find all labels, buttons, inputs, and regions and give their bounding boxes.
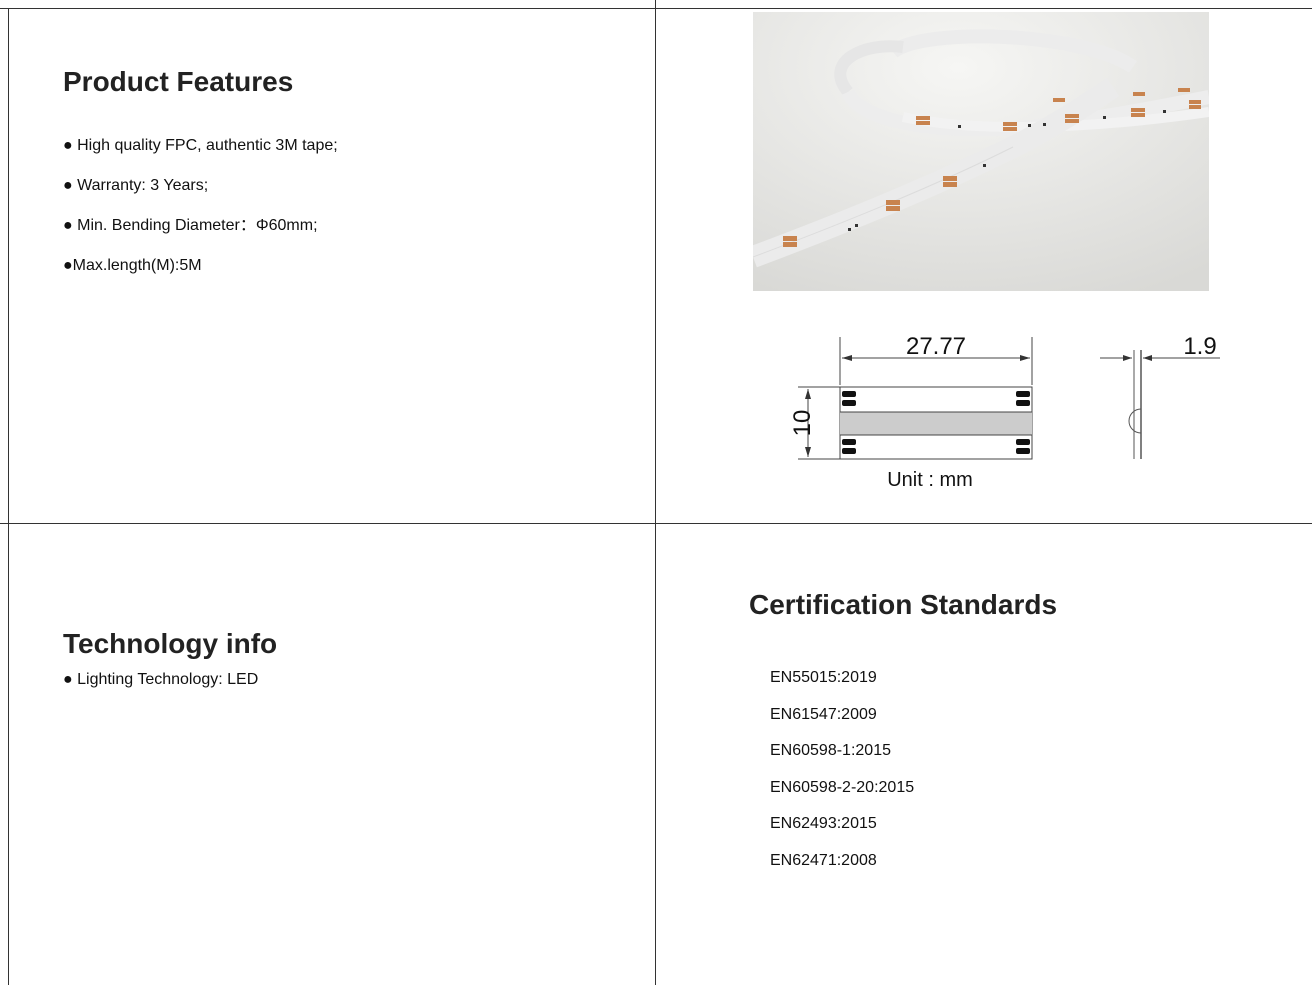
led-strip-photo — [753, 12, 1209, 291]
dimension-drawing: 27.77 10 Unit : mm 1.9 — [789, 333, 1220, 491]
product-features-list: ● High quality FPC, authentic 3M tape; ●… — [63, 136, 338, 296]
feature-item: ● High quality FPC, authentic 3M tape; — [63, 137, 338, 154]
technology-item: ● Lighting Technology: LED — [63, 671, 259, 688]
certification-standards-list: EN55015:2019 EN61547:2009 EN60598-1:2015… — [770, 668, 914, 887]
certification-item: EN62471:2008 — [770, 851, 877, 869]
certification-item: EN60598-2-20:2015 — [770, 778, 915, 796]
vertical-divider — [655, 0, 656, 985]
certification-standards-heading: Certification Standards — [749, 589, 1058, 620]
feature-item: ● Min. Bending Diameter：Φ60mm; — [63, 217, 318, 234]
thickness-dimension-label: 1.9 — [1183, 333, 1216, 360]
certification-item: EN55015:2019 — [770, 669, 877, 686]
certification-item: EN60598-1:2015 — [770, 742, 891, 759]
left-border — [8, 8, 9, 985]
horizontal-divider — [0, 523, 1312, 524]
feature-item: ● Warranty: 3 Years; — [63, 177, 209, 194]
technology-info-heading: Technology info — [63, 628, 278, 659]
top-border — [0, 8, 1312, 9]
certification-item: EN62493:2015 — [770, 815, 877, 832]
length-dimension-label: 27.77 — [906, 333, 966, 360]
product-features-heading: Product Features — [63, 66, 294, 97]
technology-info-list: ● Lighting Technology: LED — [63, 670, 258, 710]
feature-item: ●Max.length(M):5M — [63, 257, 202, 274]
width-dimension-label: 10 — [789, 410, 816, 437]
unit-label: Unit : mm — [887, 469, 973, 491]
certification-item: EN61547:2009 — [770, 705, 877, 723]
